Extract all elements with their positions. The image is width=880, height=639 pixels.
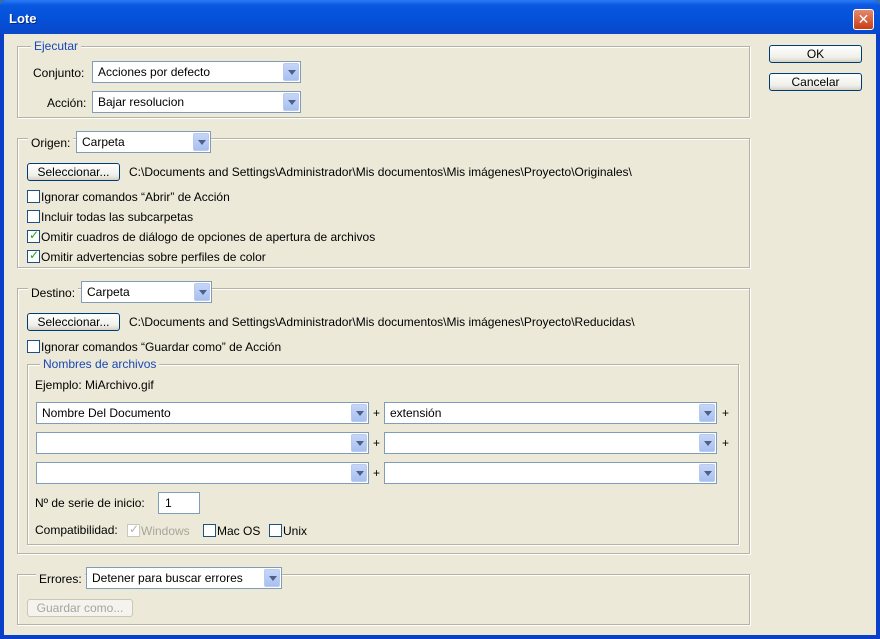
suppress-color-warnings-label: Omitir advertencias sobre perfiles de co… (41, 250, 266, 264)
chevron-down-icon[interactable] (194, 283, 210, 301)
suppress-open-dialogs-checkbox[interactable] (27, 228, 40, 243)
ok-button[interactable]: OK (769, 45, 862, 63)
compat-macos-label: Mac OS (217, 524, 261, 538)
naming-field-2-right[interactable] (384, 432, 717, 454)
naming-field-value: Nombre Del Documento (42, 406, 171, 420)
include-subfolders-label: Incluir todas las subcarpetas (41, 210, 194, 224)
save-as-button[interactable]: Guardar como... (27, 599, 133, 617)
batch-dialog: Lote ✕ OK Cancelar Ejecutar Conjunto: Ac… (0, 0, 880, 639)
conjunto-label: Conjunto: (33, 66, 85, 80)
compat-macos-checkbox[interactable] (203, 524, 216, 537)
naming-field-3-left[interactable] (36, 462, 369, 484)
destino-select[interactable]: Carpeta (81, 281, 212, 303)
errores-select[interactable]: Detener para buscar errores (86, 567, 282, 589)
plus-sign: + (373, 466, 381, 480)
naming-field-1-right[interactable]: extensión (384, 402, 717, 424)
compat-windows-label: Windows (141, 524, 190, 538)
title-bar[interactable]: Lote ✕ (0, 0, 880, 34)
chevron-down-icon[interactable] (283, 63, 299, 81)
destino-path: C:\Documents and Settings\Administrador\… (129, 315, 635, 329)
chevron-down-icon[interactable] (351, 434, 367, 452)
errores-value: Detener para buscar errores (92, 571, 243, 585)
accion-select[interactable]: Bajar resolucion (92, 91, 301, 113)
ignore-save-as-checkbox[interactable] (27, 340, 40, 353)
suppress-open-dialogs-label: Omitir cuadros de diálogo de opciones de… (41, 230, 376, 244)
chevron-down-icon[interactable] (351, 404, 367, 422)
chevron-down-icon[interactable] (193, 133, 209, 151)
close-button[interactable]: ✕ (853, 9, 874, 30)
origen-value: Carpeta (82, 135, 125, 149)
plus-sign: + (722, 436, 730, 450)
destino-value: Carpeta (87, 285, 130, 299)
origen-select[interactable]: Carpeta (76, 131, 211, 153)
origen-path: C:\Documents and Settings\Administrador\… (129, 165, 632, 179)
compat-unix-label: Unix (283, 524, 308, 538)
accion-label: Acción: (47, 96, 87, 110)
chevron-down-icon[interactable] (699, 464, 715, 482)
plus-sign: + (373, 436, 381, 450)
suppress-color-warnings-checkbox[interactable] (27, 248, 40, 263)
conjunto-select[interactable]: Acciones por defecto (92, 61, 301, 83)
origen-label: Origen: (28, 136, 74, 150)
include-subfolders-checkbox[interactable] (27, 210, 40, 223)
naming-legend: Nombres de archivos (40, 357, 160, 371)
cancel-button[interactable]: Cancelar (769, 73, 862, 91)
window-title: Lote (9, 11, 37, 26)
compat-unix-checkbox[interactable] (269, 524, 282, 537)
conjunto-value: Acciones por defecto (98, 65, 211, 79)
chevron-down-icon[interactable] (283, 93, 299, 111)
naming-field-3-right[interactable] (384, 462, 717, 484)
dialog-body: OK Cancelar Ejecutar Conjunto: Acciones … (4, 34, 876, 635)
ejecutar-legend: Ejecutar (31, 39, 82, 53)
plus-sign: + (373, 406, 381, 420)
compat-label: Compatibilidad: (35, 523, 118, 537)
naming-example: Ejemplo: MiArchivo.gif (35, 378, 154, 392)
chevron-down-icon[interactable] (699, 434, 715, 452)
plus-sign: + (722, 406, 730, 420)
serial-start-label: Nº de serie de inicio: (35, 496, 145, 510)
ignore-save-as-label: Ignorar comandos “Guardar como” de Acció… (41, 340, 282, 354)
compat-windows-checkbox[interactable] (127, 522, 140, 537)
chevron-down-icon[interactable] (264, 569, 280, 587)
naming-field-2-left[interactable] (36, 432, 369, 454)
origen-select-folder-button[interactable]: Seleccionar... (27, 163, 120, 181)
ignore-open-checkbox[interactable] (27, 190, 40, 203)
serial-start-input[interactable]: 1 (158, 492, 200, 514)
naming-field-1-left[interactable]: Nombre Del Documento (36, 402, 369, 424)
naming-field-value: extensión (390, 406, 442, 420)
destino-label: Destino: (28, 286, 79, 300)
accion-value: Bajar resolucion (98, 95, 185, 109)
errores-label: Errores: (36, 572, 85, 586)
destino-select-folder-button[interactable]: Seleccionar... (27, 313, 120, 331)
chevron-down-icon[interactable] (699, 404, 715, 422)
chevron-down-icon[interactable] (351, 464, 367, 482)
ignore-open-label: Ignorar comandos “Abrir” de Acción (41, 190, 230, 204)
